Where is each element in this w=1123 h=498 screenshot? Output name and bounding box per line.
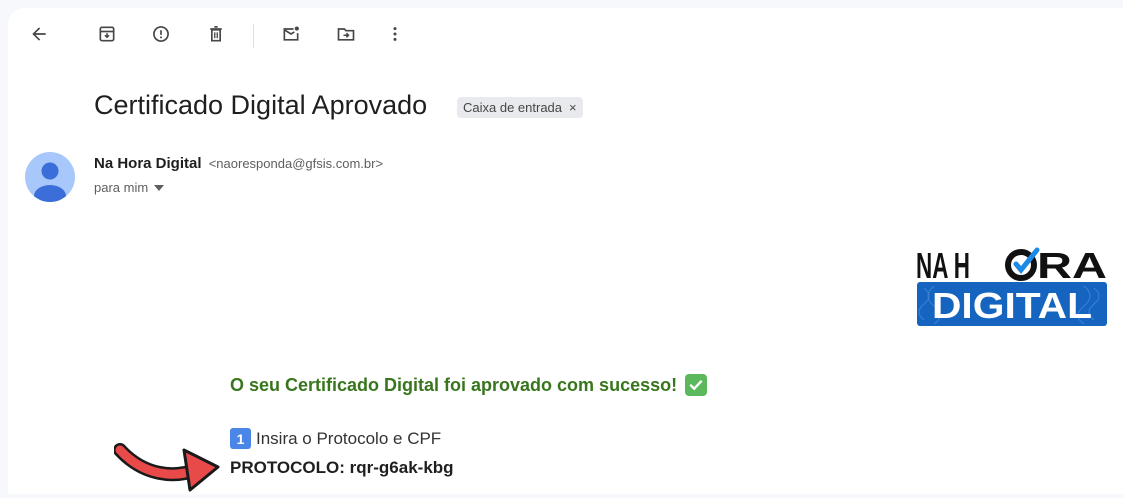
remove-label-icon[interactable]: × [569, 100, 577, 115]
email-subject: Certificado Digital Aprovado [94, 90, 428, 120]
success-text: O seu Certificado Digital foi aprovado c… [230, 374, 678, 395]
inbox-label-text: Caixa de entrada [463, 100, 563, 115]
step-text: Insira o Protocolo e CPF [256, 428, 442, 448]
check-mark-icon [685, 374, 708, 396]
na-hora-digital-logo: NA H RA DIGITAL [916, 245, 1107, 326]
step-instruction: 1 Insira o Protocolo e CPF [230, 428, 441, 449]
move-to-icon[interactable] [334, 22, 358, 46]
red-arrow-icon [114, 443, 220, 492]
chevron-down-icon [154, 184, 165, 191]
email-view: Certificado Digital Aprovado Caixa de en… [8, 8, 1123, 494]
success-message: O seu Certificado Digital foi aprovado c… [230, 374, 708, 396]
report-spam-icon[interactable] [149, 22, 173, 46]
keycap-one-icon: 1 [230, 428, 251, 449]
toolbar-divider [253, 24, 254, 48]
mark-unread-icon[interactable] [279, 22, 303, 46]
sender-info: Na Hora Digital <naoresponda@gfsis.com.b… [94, 155, 383, 172]
logo-text-ra: RA [1037, 245, 1107, 286]
sender-email: <naoresponda@gfsis.com.br> [208, 156, 384, 171]
more-options-icon[interactable] [383, 22, 407, 46]
delete-icon[interactable] [204, 22, 228, 46]
archive-icon[interactable] [95, 22, 119, 46]
person-icon [34, 162, 66, 202]
recipient-label: para mim [94, 180, 149, 195]
toolbar [8, 8, 1123, 64]
inbox-label-chip[interactable]: Caixa de entrada × [457, 97, 583, 118]
sender-name: Na Hora Digital [94, 155, 202, 172]
logo-text-na-h: NA H [916, 245, 970, 286]
back-arrow-icon[interactable] [27, 22, 51, 46]
logo-text-digital: DIGITAL [932, 285, 1092, 326]
protocol-code: PROTOCOLO: rqr-g6ak-kbg [230, 458, 454, 477]
avatar [25, 152, 75, 202]
recipient-dropdown[interactable]: para mim [94, 180, 165, 195]
